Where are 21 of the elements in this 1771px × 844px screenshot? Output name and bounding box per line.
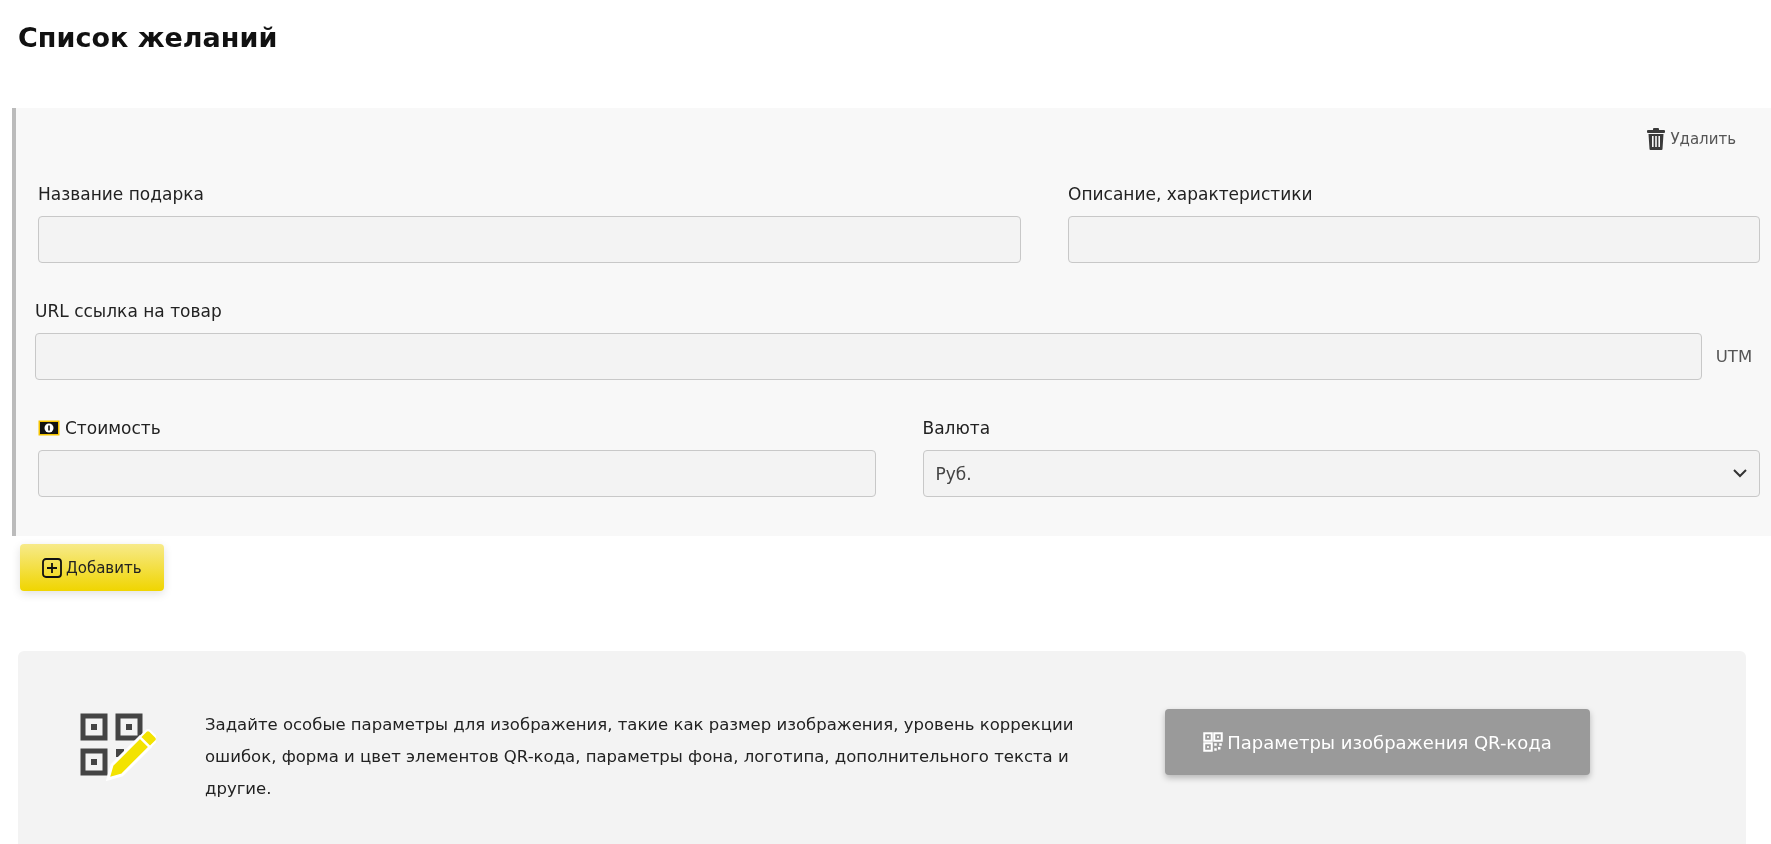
add-button[interactable]: Добавить <box>20 544 164 591</box>
field-label: Название подарка <box>38 184 204 204</box>
delete-button[interactable]: Удалить <box>1645 126 1738 152</box>
plus-square-icon <box>42 557 62 578</box>
text-input[interactable] <box>38 450 876 497</box>
currency-select[interactable]: Руб. <box>922 450 1760 497</box>
qr-description: Задайте особые параметры для изображения, такие как размер изображения, уровень коррекции ошибок, форма и цвет элементов QR-кода, параметры фона, логотипа, дополнительного текста и другие. <box>205 714 1075 800</box>
trash-icon <box>1647 128 1666 150</box>
field-label: Описание, характеристики <box>1068 184 1313 204</box>
text-input[interactable] <box>38 216 1021 263</box>
qr-code-icon <box>1203 732 1224 752</box>
utm-label: UTM <box>1714 347 1754 366</box>
banknote-icon <box>38 420 60 436</box>
field-label: URL ссылка на товар <box>35 301 222 321</box>
text-input[interactable] <box>1068 216 1760 263</box>
qr-code-pencil-icon <box>80 713 156 783</box>
field-label: Стоимость <box>65 418 161 438</box>
chevron-down-icon <box>1733 469 1747 478</box>
text-input[interactable] <box>35 333 1702 380</box>
page-title: Список желаний <box>17 21 279 55</box>
field-label: Валюта <box>922 418 991 438</box>
